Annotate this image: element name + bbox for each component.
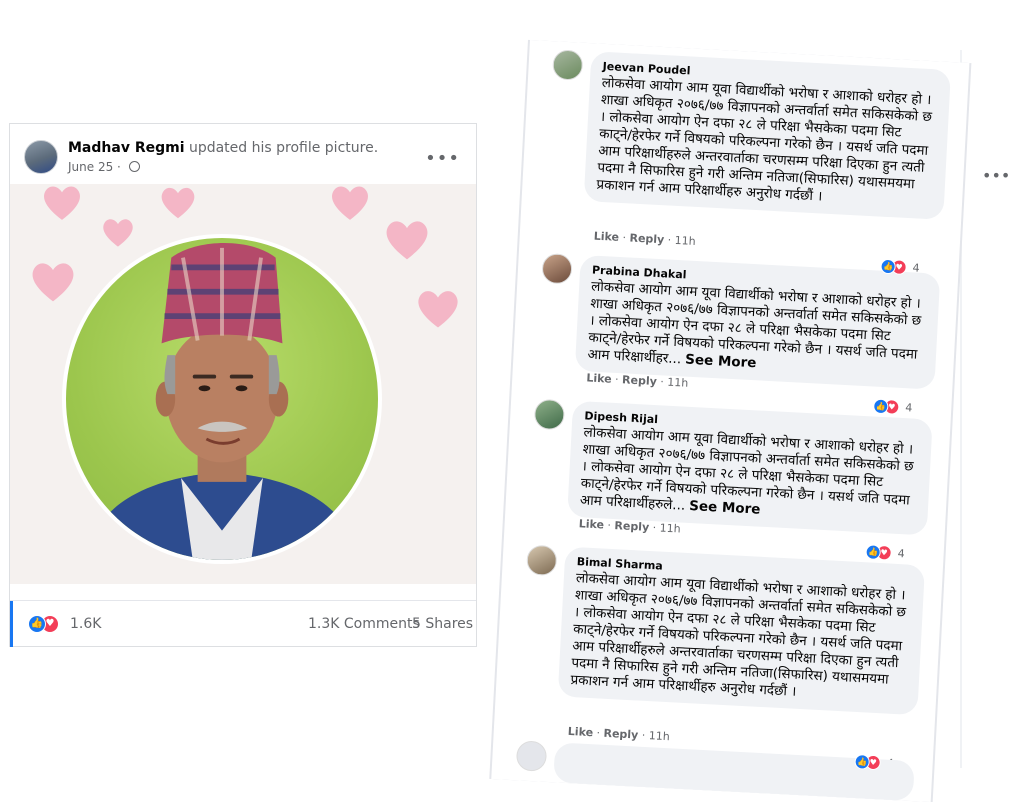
comment-actions: Like · Reply · 11h xyxy=(593,229,697,248)
comment-time[interactable]: 11h xyxy=(659,521,681,535)
like-link[interactable]: Like xyxy=(593,230,619,244)
heart-icon xyxy=(103,219,133,247)
like-link[interactable]: Like xyxy=(568,725,594,739)
heart-icon xyxy=(332,186,368,220)
reply-link[interactable]: Reply xyxy=(614,519,649,534)
heart-icon xyxy=(418,291,458,328)
reaction-count: 4 xyxy=(897,546,905,561)
comment-time[interactable]: 11h xyxy=(674,234,696,248)
comment-text: लोकसेवा आयोग आम यूवा विद्यार्थीको भरोषा … xyxy=(587,279,927,381)
comment-bubble: Jeevan Poudel लोकसेवा आयोग आम यूवा विद्य… xyxy=(583,51,952,220)
post-date[interactable]: June 25 xyxy=(68,160,113,174)
comment-body: लोकसेवा आयोग आम यूवा विद्यार्थीको भरोषा … xyxy=(570,570,907,700)
more-horizontal-icon[interactable]: ••• xyxy=(425,148,460,169)
comment-time[interactable]: 11h xyxy=(648,729,670,743)
comment-bubble: Bimal Sharma लोकसेवा आयोग आम यूवा विद्या… xyxy=(557,546,926,716)
post-action-text: updated his profile picture. xyxy=(188,140,379,156)
comment-reactions[interactable]: 👍 ♥ 4 xyxy=(865,544,926,563)
comment: Prabina Dhakal लोकसेवा आयोग आम यूवा विद्… xyxy=(536,252,953,417)
globe-icon xyxy=(128,161,140,172)
reactions-count[interactable]: 1.6K xyxy=(70,616,101,632)
commenter-avatar[interactable] xyxy=(541,252,573,285)
reaction-count: 4 xyxy=(904,401,913,415)
comment-body: लोकसेवा आयोग आम यूवा विद्यार्थीको भरोषा … xyxy=(587,278,922,368)
author-line: Madhav Regmi updated his profile picture… xyxy=(68,140,378,156)
like-link[interactable]: Like xyxy=(586,371,612,385)
comment-thread: Jeevan Poudel लोकसेवा आयोग आम यूवा विद्य… xyxy=(491,40,970,802)
comment-bubble: Dipesh Rijal लोकसेवा आयोग आम यूवा विद्या… xyxy=(567,400,933,536)
see-more-link[interactable]: See More xyxy=(689,498,761,518)
comment-body: लोकसेवा आयोग आम यूवा विद्यार्थीको भरोषा … xyxy=(596,74,933,205)
comment-reactions[interactable]: 👍 ♥ 4 xyxy=(872,398,934,417)
post-date-line: June 25 · xyxy=(68,160,140,174)
comment-text: लोकसेवा आयोग आम यूवा विद्यार्थीको भरोषा … xyxy=(570,570,912,706)
heart-icon xyxy=(386,221,428,260)
shares-count[interactable]: 5 Shares xyxy=(412,616,473,632)
author-avatar[interactable] xyxy=(24,140,58,174)
footer-accent-bar xyxy=(10,601,13,647)
post-header: Madhav Regmi updated his profile picture… xyxy=(24,138,464,178)
heart-icon xyxy=(44,186,80,220)
like-reaction-icon: 👍 xyxy=(28,615,46,633)
profile-picture-post: Madhav Regmi updated his profile picture… xyxy=(10,124,476,647)
reply-link[interactable]: Reply xyxy=(629,231,664,246)
commenter-avatar[interactable] xyxy=(526,544,558,577)
commenter-avatar[interactable] xyxy=(533,398,566,431)
comment: Dipesh Rijal लोकसेवा आयोग आम यूवा विद्या… xyxy=(528,398,945,563)
heart-icon xyxy=(161,187,195,219)
comments-count[interactable]: 1.3K Comments xyxy=(308,616,420,632)
reaction-icons[interactable]: 👍 ♥ xyxy=(28,615,68,633)
author-name[interactable]: Madhav Regmi xyxy=(68,140,185,156)
reply-link[interactable]: Reply xyxy=(622,373,657,388)
comment-text: लोकसेवा आयोग आम यूवा विद्यार्थीको भरोषा … xyxy=(580,424,920,526)
portrait-illustration xyxy=(85,243,359,560)
comment-bubble: Prabina Dhakal लोकसेवा आयोग आम यूवा विद्… xyxy=(574,254,941,390)
comment-actions: Like · Reply · 11h xyxy=(567,724,671,744)
see-more-link[interactable]: See More xyxy=(685,352,757,372)
like-link[interactable]: Like xyxy=(578,517,604,531)
more-horizontal-icon[interactable]: ••• xyxy=(982,166,1010,185)
profile-picture-image[interactable] xyxy=(10,184,476,584)
post-footer: 👍 ♥ 1.6K 1.3K Comments 5 Shares xyxy=(10,600,476,647)
portrait-photo xyxy=(62,234,382,564)
comment: Jeevan Poudel लोकसेवा आयोग आम यूवा विद्य… xyxy=(544,49,963,276)
commenter-avatar[interactable] xyxy=(551,49,584,81)
heart-icon xyxy=(32,263,74,302)
comment-text: लोकसेवा आयोग आम यूवा विद्यार्थीको भरोषा … xyxy=(596,75,938,211)
comment-time[interactable]: 11h xyxy=(667,376,689,390)
reply-link[interactable]: Reply xyxy=(603,727,638,742)
commenter-avatar[interactable] xyxy=(515,740,548,772)
comment: Bimal Sharma लोकसेवा आयोग आम यूवा विद्या… xyxy=(518,544,937,771)
